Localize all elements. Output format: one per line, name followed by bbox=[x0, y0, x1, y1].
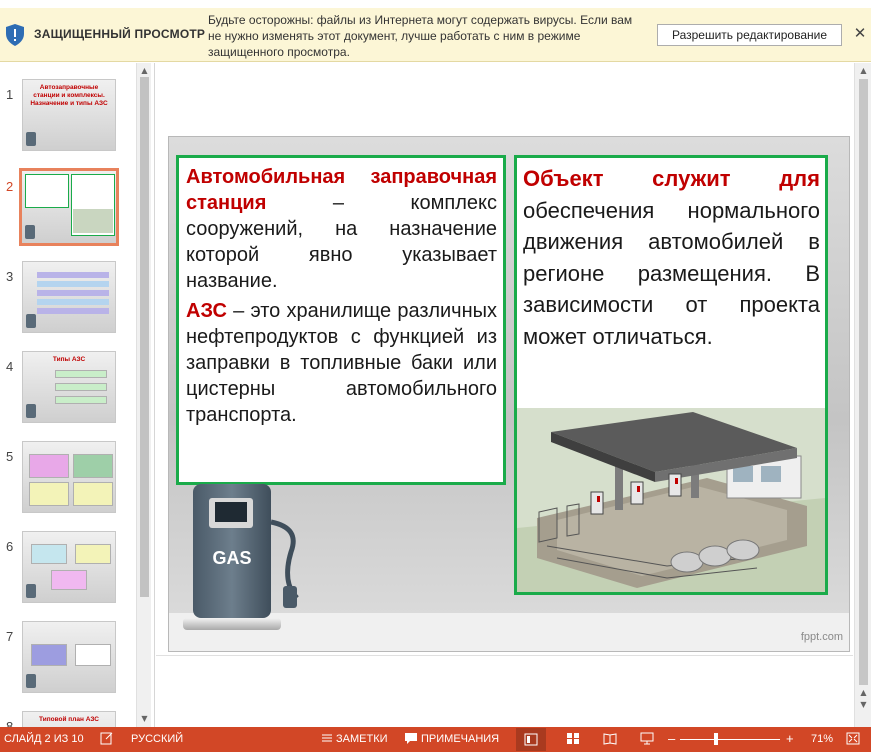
purpose-paragraph: Объект служит для обеспечения нормальног… bbox=[517, 158, 825, 352]
notes-icon[interactable] bbox=[320, 732, 334, 745]
gas-label: GAS bbox=[212, 548, 251, 568]
purpose-highlight: Объект служит для bbox=[523, 166, 820, 191]
azs-text: – это хранилище различных нефтепродуктов… bbox=[186, 300, 497, 426]
spellcheck-icon[interactable] bbox=[100, 732, 114, 745]
thumbnail-number: 8 bbox=[6, 719, 14, 727]
scroll-down-icon[interactable]: ▲ bbox=[858, 687, 869, 698]
comments-button[interactable]: ПРИМЕЧАНИЯ bbox=[421, 733, 499, 745]
gas-pump-icon bbox=[26, 314, 36, 328]
thumbnail-number: 2 bbox=[6, 179, 14, 194]
shield-icon bbox=[6, 24, 24, 46]
gas-pump-icon bbox=[26, 584, 36, 598]
zoom-slider-handle[interactable] bbox=[714, 733, 718, 745]
normal-view-icon bbox=[524, 733, 538, 746]
thumbnail-number: 3 bbox=[6, 269, 14, 284]
ribbon-edge bbox=[0, 0, 871, 8]
watermark: fppt.com bbox=[800, 631, 843, 643]
slide-scrollbar[interactable]: ▲ ▲ ▼ bbox=[854, 63, 871, 727]
slide-thumbnail-1[interactable]: 1 Автозаправочные станции и комплексы. Н… bbox=[0, 77, 136, 157]
scroll-down-icon[interactable]: ▼ bbox=[139, 713, 150, 724]
horizontal-scrollbar[interactable] bbox=[156, 655, 853, 669]
thumbnail-caption: Типы АЗС bbox=[52, 356, 86, 363]
azs-term: АЗС bbox=[186, 300, 227, 322]
slide-thumbnail-3[interactable]: 3 bbox=[0, 259, 136, 339]
definition-textbox[interactable]: Автомобильная заправочная станция – комп… bbox=[176, 155, 506, 485]
slide-editor: fppt.com Автомобильная заправочная станц… bbox=[156, 63, 871, 727]
gas-pump-icon bbox=[25, 225, 35, 239]
slide-thumbnail-6[interactable]: 6 bbox=[0, 529, 136, 609]
thumbnail-scrollbar[interactable]: ▲ ▼ bbox=[136, 63, 151, 727]
scroll-up-icon[interactable]: ▲ bbox=[858, 65, 869, 76]
slide-thumbnail-2[interactable]: 2 bbox=[0, 168, 136, 249]
gas-pump-icon bbox=[26, 674, 36, 688]
thumbnail-caption: Типовой план АЗС bbox=[39, 716, 99, 723]
purpose-text: обеспечения нормального движения автомоб… bbox=[523, 197, 820, 349]
zoom-slider[interactable] bbox=[680, 739, 780, 740]
normal-view-button[interactable] bbox=[516, 728, 546, 751]
slide-thumbnail-4[interactable]: 4 Типы АЗС bbox=[0, 349, 136, 429]
comments-icon[interactable] bbox=[404, 732, 418, 745]
slide-scroll-handle[interactable] bbox=[859, 79, 868, 685]
close-icon[interactable]: ✕ bbox=[852, 24, 868, 44]
protected-view-message: Будьте осторожны: файлы из Интернета мог… bbox=[208, 13, 633, 59]
protected-view-title: ЗАЩИЩЕННЫЙ ПРОСМОТР bbox=[34, 27, 206, 41]
thumbnail-number: 6 bbox=[6, 539, 14, 554]
slide-canvas: fppt.com Автомобильная заправочная станц… bbox=[168, 136, 850, 652]
thumbnail-number: 4 bbox=[6, 359, 14, 374]
thumbnail-caption: Автозаправочные станции и комплексы. Наз… bbox=[30, 84, 108, 107]
slide-counter: СЛАЙД 2 ИЗ 10 bbox=[4, 733, 84, 745]
status-bar: СЛАЙД 2 ИЗ 10 РУССКИЙ ЗАМЕТКИ ПРИМЕЧАНИЯ… bbox=[0, 727, 871, 752]
thumbnail-number: 7 bbox=[6, 629, 14, 644]
gas-station-illustration bbox=[517, 408, 825, 592]
slide-thumbnail-7[interactable]: 7 bbox=[0, 619, 136, 699]
gas-pump-icon bbox=[26, 132, 36, 146]
notes-button[interactable]: ЗАМЕТКИ bbox=[336, 733, 388, 745]
reading-view-icon[interactable] bbox=[603, 732, 617, 745]
thumbnail-number: 1 bbox=[6, 87, 14, 102]
thumbnail-scroll-handle[interactable] bbox=[140, 77, 149, 597]
slide-thumbnail-5[interactable]: 5 bbox=[0, 439, 136, 519]
definition-paragraph: Автомобильная заправочная станция – комп… bbox=[186, 164, 497, 294]
scroll-up-icon[interactable]: ▲ bbox=[139, 65, 150, 76]
scroll-down-icon[interactable]: ▼ bbox=[858, 699, 869, 710]
slide-thumbnail-pane: 1 Автозаправочные станции и комплексы. Н… bbox=[0, 63, 155, 727]
enable-editing-button[interactable]: Разрешить редактирование bbox=[657, 24, 842, 46]
purpose-textbox[interactable]: Объект служит для обеспечения нормальног… bbox=[514, 155, 828, 595]
slideshow-icon[interactable] bbox=[640, 732, 654, 745]
gas-pump-icon: GAS bbox=[183, 484, 299, 630]
zoom-level[interactable]: 71% bbox=[811, 733, 833, 745]
thumbnail-number: 5 bbox=[6, 449, 14, 464]
language-indicator[interactable]: РУССКИЙ bbox=[131, 733, 183, 745]
protected-view-bar: ЗАЩИЩЕННЫЙ ПРОСМОТР Будьте осторожны: фа… bbox=[0, 8, 871, 62]
zoom-out-button[interactable]: – bbox=[668, 731, 675, 746]
gas-pump-icon bbox=[26, 404, 36, 418]
slide-thumbnail-8[interactable]: 8 Типовой план АЗС bbox=[0, 709, 136, 727]
slide-sorter-icon[interactable] bbox=[566, 732, 580, 745]
zoom-in-button[interactable]: + bbox=[786, 731, 794, 746]
fit-to-window-icon[interactable] bbox=[846, 732, 860, 745]
azs-paragraph: АЗС – это хранилище различных нефтепроду… bbox=[186, 298, 497, 428]
